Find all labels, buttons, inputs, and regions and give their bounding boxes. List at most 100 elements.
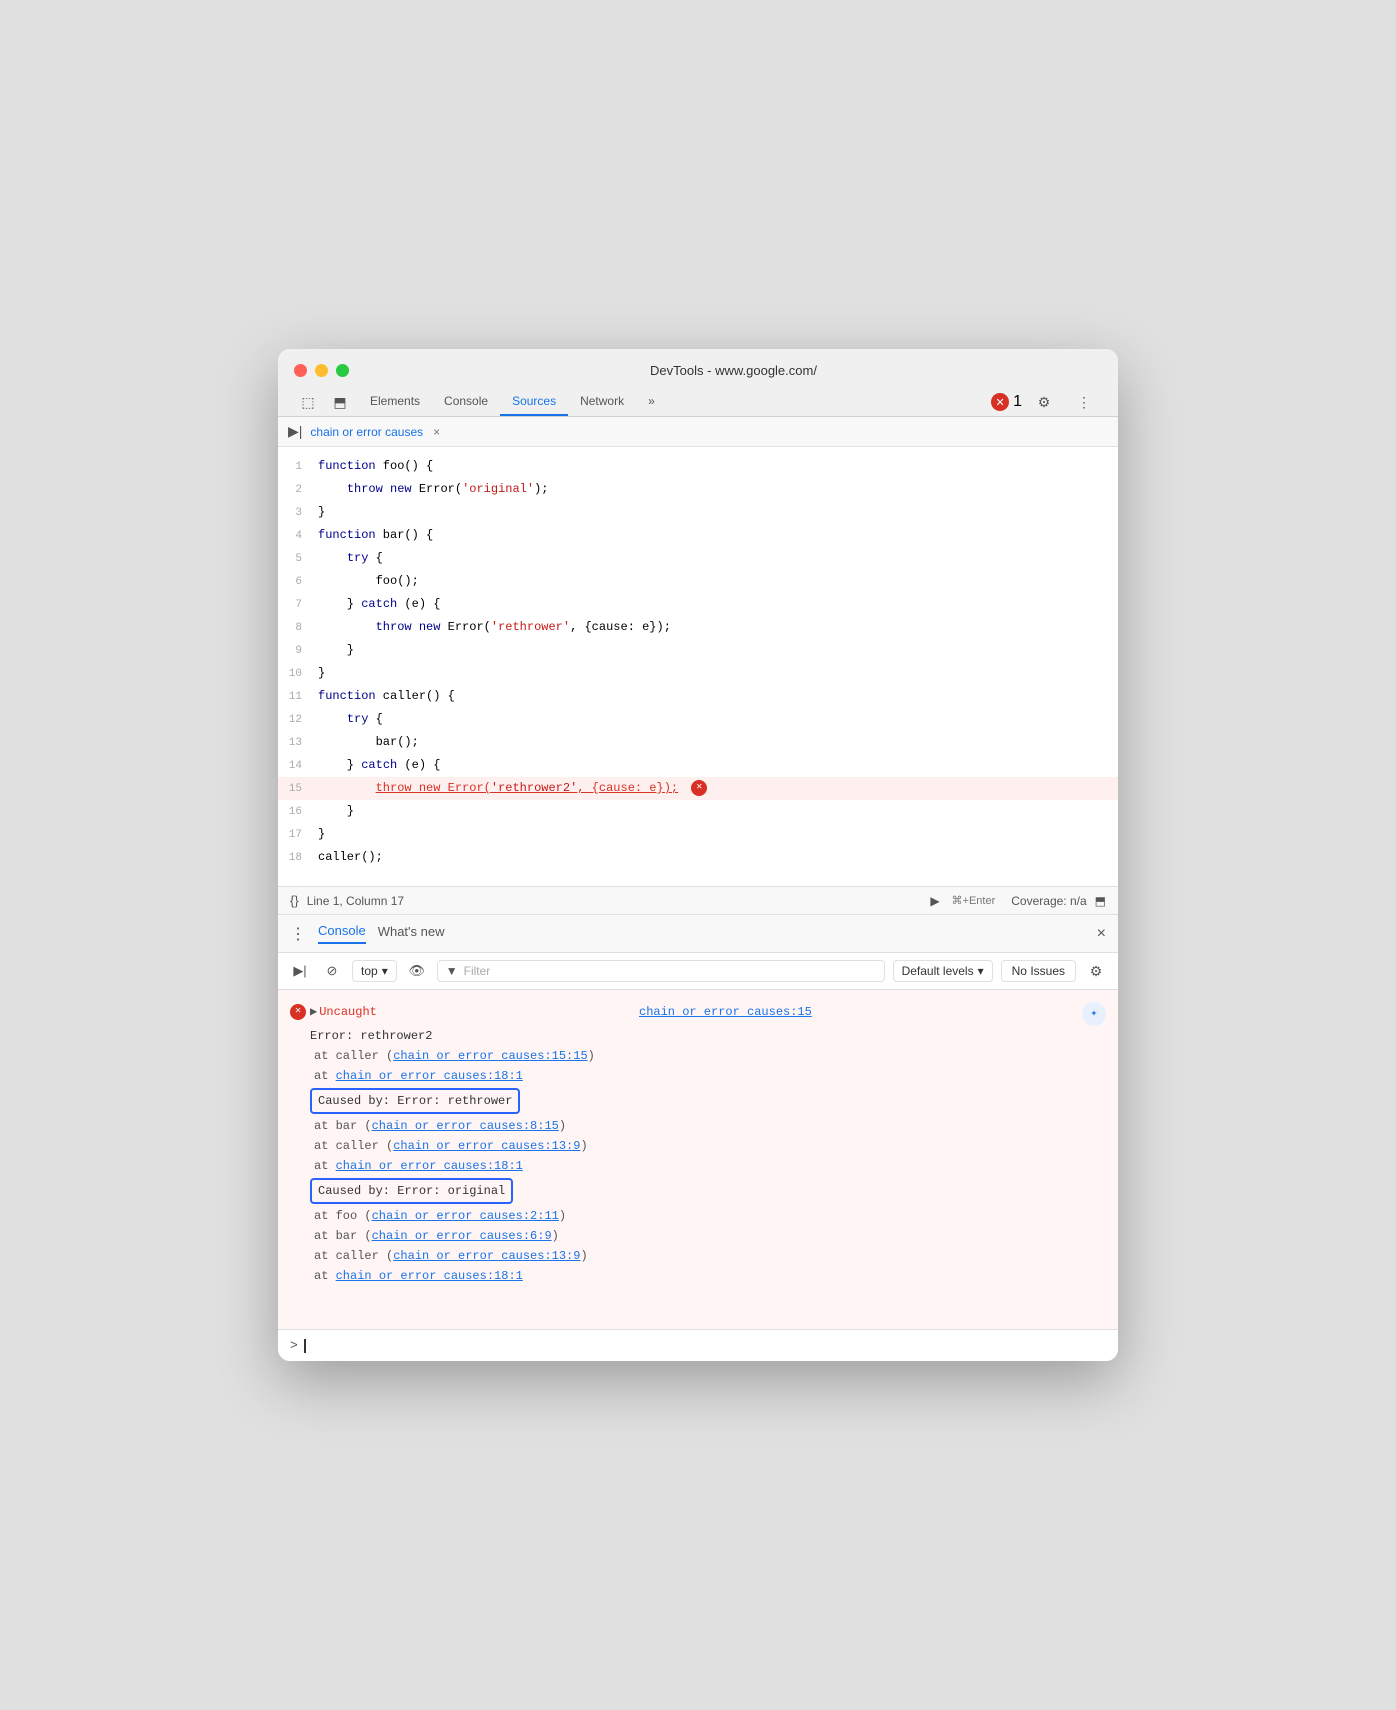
caused-by-1-link-3[interactable]: chain or error causes:18:1 [336, 1159, 523, 1173]
error-icon: ✕ [290, 1004, 306, 1020]
code-line-4: 4 function bar() { [278, 524, 1118, 547]
caused-by-2-label: Caused by: Error: original [310, 1178, 513, 1204]
caused-by-1-stack-2: at caller (chain or error causes:13:9) [314, 1136, 1106, 1156]
window-title: DevTools - www.google.com/ [365, 363, 1102, 378]
code-line-16: 16 } [278, 800, 1118, 823]
sidebar-toggle-icon: ▶| [293, 963, 306, 979]
clear-console-button[interactable]: ⊘ [320, 959, 344, 983]
devtools-tabs: ⬚ ⬒ Elements Console Sources Network » [294, 388, 1102, 416]
eye-button[interactable]: 👁 [405, 959, 429, 983]
filter-icon: ▼ [446, 964, 458, 978]
console-gear-icon: ⚙ [1090, 963, 1103, 980]
caused-by-2-link-2[interactable]: chain or error causes:6:9 [372, 1229, 552, 1243]
maximize-button[interactable] [336, 364, 349, 377]
filter-label: Filter [464, 964, 491, 978]
code-line-18: 18 caller(); [278, 846, 1118, 869]
caused-by-1-label: Caused by: Error: rethrower [310, 1088, 520, 1114]
sources-panel: ▶| chain or error causes × 1 function fo… [278, 417, 1118, 915]
tab-console-bottom[interactable]: Console [318, 923, 366, 944]
screenshot-button[interactable]: ⬒ [1095, 894, 1106, 908]
caused-by-1-box: Caused by: Error: rethrower [290, 1086, 1106, 1116]
close-button[interactable] [294, 364, 307, 377]
error-message: Error: rethrower2 [310, 1026, 1106, 1046]
context-label: top [361, 964, 378, 978]
caused-by-2-link-4[interactable]: chain or error causes:18:1 [336, 1269, 523, 1283]
no-issues-button[interactable]: No Issues [1001, 960, 1076, 982]
tab-network[interactable]: Network [568, 388, 636, 416]
device-toggle-button[interactable]: ⬒ [326, 388, 354, 416]
three-dot-menu-button[interactable]: ⋮ [290, 924, 306, 944]
uncaught-label: Uncaught [319, 1002, 377, 1022]
settings-button[interactable]: ⚙ [1030, 388, 1058, 416]
error-count-x: ✕ [995, 396, 1004, 409]
default-levels-button[interactable]: Default levels ▾ [893, 960, 993, 982]
code-line-17: 17 } [278, 823, 1118, 846]
ai-assist-button[interactable]: ✦ [1082, 1002, 1106, 1026]
device-icon: ⬒ [333, 394, 346, 411]
eye-icon: 👁 [408, 963, 425, 979]
caused-by-1-link-1[interactable]: chain or error causes:8:15 [372, 1119, 559, 1133]
minimize-button[interactable] [315, 364, 328, 377]
tab-sources[interactable]: Sources [500, 388, 568, 416]
default-levels-label: Default levels [902, 964, 974, 978]
clear-icon: ⊘ [327, 963, 338, 979]
tabs-right-actions: ✕ 1 ⚙ ⋮ [991, 388, 1102, 416]
code-line-13: 13 bar(); [278, 731, 1118, 754]
panel-toggle-icon[interactable]: ▶| [288, 423, 302, 440]
more-vert-icon: ⋮ [1077, 394, 1091, 411]
error-expand-arrow[interactable]: ▶ [310, 1002, 317, 1022]
console-output: ✕ ▶ Uncaught chain or error causes:15 ✦ … [278, 990, 1118, 1330]
file-name-label[interactable]: chain or error causes [310, 425, 423, 439]
console-input-row[interactable]: > [278, 1330, 1118, 1361]
run-shortcut: ⌘+Enter [952, 894, 996, 907]
context-selector[interactable]: top ▾ [352, 960, 397, 982]
stack-link-1[interactable]: chain or error causes:15:15 [393, 1049, 587, 1063]
code-line-7: 7 } catch (e) { [278, 593, 1118, 616]
error-block: ✕ ▶ Uncaught chain or error causes:15 ✦ … [290, 998, 1106, 1290]
caused-by-2-stack-3: at caller (chain or error causes:13:9) [314, 1246, 1106, 1266]
code-line-2: 2 throw new Error('original'); [278, 478, 1118, 501]
code-line-15: 15 throw new Error('rethrower2', {cause:… [278, 777, 1118, 800]
error-source-link[interactable]: chain or error causes:15 [639, 1002, 812, 1022]
stack-link-2[interactable]: chain or error causes:18:1 [336, 1069, 523, 1083]
console-settings-button[interactable]: ⚙ [1084, 959, 1108, 983]
tab-console[interactable]: Console [432, 388, 500, 416]
inspector-icon-button[interactable]: ⬚ [294, 388, 322, 416]
caused-by-1-stack-3: at chain or error causes:18:1 [314, 1156, 1106, 1176]
console-toolbar: ▶| ⊘ top ▾ 👁 ▼ Filter Default levels ▾ N… [278, 953, 1118, 990]
code-line-5: 5 try { [278, 547, 1118, 570]
console-panel: ⋮ Console What's new × ▶| ⊘ top ▾ 👁 ▼ Fi… [278, 915, 1118, 1361]
tab-whats-new[interactable]: What's new [378, 924, 445, 943]
levels-dropdown-icon: ▾ [978, 964, 984, 978]
error-title: ✕ ▶ Uncaught [290, 1002, 377, 1022]
devtools-window: DevTools - www.google.com/ ⬚ ⬒ Elements … [278, 349, 1118, 1361]
filter-container[interactable]: ▼ Filter [437, 960, 885, 982]
error-indicator-inline: ✕ [691, 780, 707, 796]
run-button[interactable]: ▶ [930, 894, 939, 908]
code-line-12: 12 try { [278, 708, 1118, 731]
caused-by-2-link-1[interactable]: chain or error causes:2:11 [372, 1209, 559, 1223]
error-indicator[interactable]: ✕ 1 [991, 393, 1022, 411]
format-button[interactable]: {} [290, 893, 299, 908]
sidebar-toggle-button[interactable]: ▶| [288, 959, 312, 983]
tab-elements[interactable]: Elements [358, 388, 432, 416]
error-header-row: ✕ ▶ Uncaught chain or error causes:15 ✦ [290, 1002, 1106, 1026]
error-count-number: 1 [1013, 393, 1022, 411]
caused-by-1-link-2[interactable]: chain or error causes:13:9 [393, 1139, 580, 1153]
stack-line-2: at chain or error causes:18:1 [314, 1066, 1106, 1086]
code-editor[interactable]: 1 function foo() { 2 throw new Error('or… [278, 447, 1118, 887]
line-column-indicator: Line 1, Column 17 [307, 894, 923, 908]
more-options-button[interactable]: ⋮ [1070, 388, 1098, 416]
tab-more[interactable]: » [636, 388, 667, 416]
code-line-9: 9 } [278, 639, 1118, 662]
caused-by-2-box: Caused by: Error: original [290, 1176, 1106, 1206]
caused-by-2-stack-2: at bar (chain or error causes:6:9) [314, 1226, 1106, 1246]
title-bar: DevTools - www.google.com/ ⬚ ⬒ Elements … [278, 349, 1118, 417]
caused-by-2-link-3[interactable]: chain or error causes:13:9 [393, 1249, 580, 1263]
console-close-button[interactable]: × [1097, 925, 1106, 943]
caused-by-2-stack-1: at foo (chain or error causes:2:11) [314, 1206, 1106, 1226]
code-line-10: 10 } [278, 662, 1118, 685]
caused-by-2-stack-4: at chain or error causes:18:1 [314, 1266, 1106, 1286]
sources-breadcrumb: ▶| chain or error causes × [278, 417, 1118, 447]
file-close-button[interactable]: × [433, 425, 440, 439]
